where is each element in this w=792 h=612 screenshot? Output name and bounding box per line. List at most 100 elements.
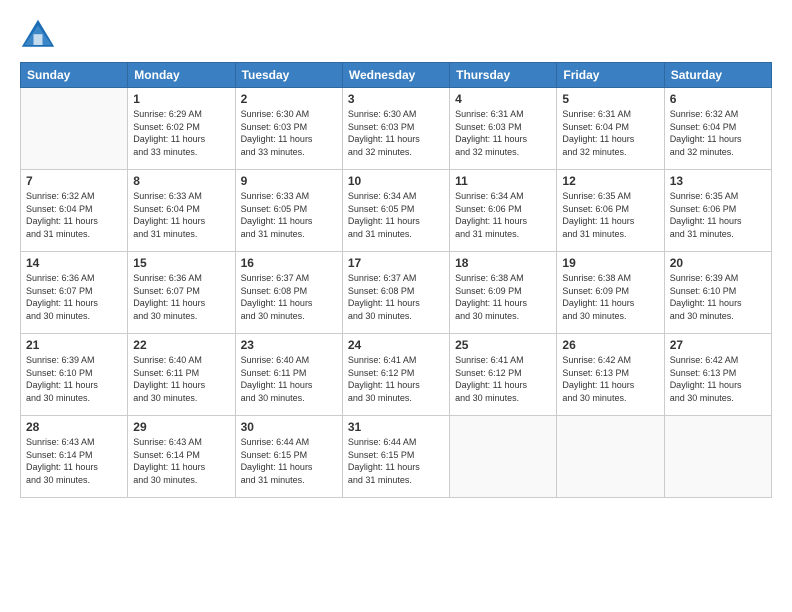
calendar-cell: 9 Sunrise: 6:33 AMSunset: 6:05 PMDaylight…	[235, 170, 342, 252]
day-number: 8	[133, 174, 229, 188]
weekday-header: Monday	[128, 63, 235, 88]
calendar-cell	[557, 416, 664, 498]
day-info: Sunrise: 6:41 AMSunset: 6:12 PMDaylight:…	[455, 354, 551, 404]
day-info: Sunrise: 6:44 AMSunset: 6:15 PMDaylight:…	[348, 436, 444, 486]
day-number: 23	[241, 338, 337, 352]
calendar-cell	[664, 416, 771, 498]
day-info: Sunrise: 6:36 AMSunset: 6:07 PMDaylight:…	[133, 272, 229, 322]
calendar-cell: 5 Sunrise: 6:31 AMSunset: 6:04 PMDaylight…	[557, 88, 664, 170]
day-number: 18	[455, 256, 551, 270]
day-info: Sunrise: 6:35 AMSunset: 6:06 PMDaylight:…	[670, 190, 766, 240]
calendar-body: 1Sunrise: 6:29 AMSunset: 6:02 PMDaylight…	[21, 88, 772, 498]
calendar-cell: 18Sunrise: 6:38 AMSunset: 6:09 PMDayligh…	[450, 252, 557, 334]
calendar-cell: 22 Sunrise: 6:40 AMSunset: 6:11 PMDayligh…	[128, 334, 235, 416]
day-number: 21	[26, 338, 122, 352]
day-info: Sunrise: 6:30 AMSunset: 6:03 PMDaylight:…	[241, 108, 337, 158]
calendar-cell: 11 Sunrise: 6:34 AMSunset: 6:06 PMDayligh…	[450, 170, 557, 252]
weekday-header: Friday	[557, 63, 664, 88]
day-number: 20	[670, 256, 766, 270]
day-number: 6	[670, 92, 766, 106]
calendar-week-row: 21 Sunrise: 6:39 AMSunset: 6:10 PMDayligh…	[21, 334, 772, 416]
day-number: 4	[455, 92, 551, 106]
day-info: Sunrise: 6:38 AMSunset: 6:09 PMDaylight:…	[562, 272, 658, 322]
day-number: 2	[241, 92, 337, 106]
calendar-cell: 8 Sunrise: 6:33 AMSunset: 6:04 PMDaylight…	[128, 170, 235, 252]
day-info: Sunrise: 6:35 AMSunset: 6:06 PMDaylight:…	[562, 190, 658, 240]
day-number: 11	[455, 174, 551, 188]
calendar-cell: 15 Sunrise: 6:36 AMSunset: 6:07 PMDayligh…	[128, 252, 235, 334]
day-info: Sunrise: 6:30 AMSunset: 6:03 PMDaylight:…	[348, 108, 444, 158]
calendar-cell: 14 Sunrise: 6:36 AMSunset: 6:07 PMDayligh…	[21, 252, 128, 334]
calendar-cell: 29 Sunrise: 6:43 AMSunset: 6:14 PMDayligh…	[128, 416, 235, 498]
day-info: Sunrise: 6:31 AMSunset: 6:04 PMDaylight:…	[562, 108, 658, 158]
day-number: 31	[348, 420, 444, 434]
weekday-row: SundayMondayTuesdayWednesdayThursdayFrid…	[21, 63, 772, 88]
weekday-header: Thursday	[450, 63, 557, 88]
day-number: 1	[133, 92, 229, 106]
day-info: Sunrise: 6:34 AMSunset: 6:06 PMDaylight:…	[455, 190, 551, 240]
day-number: 12	[562, 174, 658, 188]
calendar-cell: 21 Sunrise: 6:39 AMSunset: 6:10 PMDayligh…	[21, 334, 128, 416]
calendar-week-row: 1Sunrise: 6:29 AMSunset: 6:02 PMDaylight…	[21, 88, 772, 170]
calendar-cell: 31 Sunrise: 6:44 AMSunset: 6:15 PMDayligh…	[342, 416, 449, 498]
day-number: 16	[241, 256, 337, 270]
day-number: 13	[670, 174, 766, 188]
day-info: Sunrise: 6:43 AMSunset: 6:14 PMDaylight:…	[133, 436, 229, 486]
calendar-cell: 1Sunrise: 6:29 AMSunset: 6:02 PMDaylight…	[128, 88, 235, 170]
day-number: 29	[133, 420, 229, 434]
day-number: 17	[348, 256, 444, 270]
day-info: Sunrise: 6:44 AMSunset: 6:15 PMDaylight:…	[241, 436, 337, 486]
day-info: Sunrise: 6:39 AMSunset: 6:10 PMDaylight:…	[26, 354, 122, 404]
day-info: Sunrise: 6:37 AMSunset: 6:08 PMDaylight:…	[241, 272, 337, 322]
day-info: Sunrise: 6:43 AMSunset: 6:14 PMDaylight:…	[26, 436, 122, 486]
day-number: 9	[241, 174, 337, 188]
weekday-header: Wednesday	[342, 63, 449, 88]
day-info: Sunrise: 6:41 AMSunset: 6:12 PMDaylight:…	[348, 354, 444, 404]
day-info: Sunrise: 6:31 AMSunset: 6:03 PMDaylight:…	[455, 108, 551, 158]
day-info: Sunrise: 6:36 AMSunset: 6:07 PMDaylight:…	[26, 272, 122, 322]
day-info: Sunrise: 6:34 AMSunset: 6:05 PMDaylight:…	[348, 190, 444, 240]
calendar-cell: 20Sunrise: 6:39 AMSunset: 6:10 PMDayligh…	[664, 252, 771, 334]
calendar-cell: 24 Sunrise: 6:41 AMSunset: 6:12 PMDayligh…	[342, 334, 449, 416]
page: SundayMondayTuesdayWednesdayThursdayFrid…	[0, 0, 792, 612]
logo	[20, 18, 60, 54]
day-info: Sunrise: 6:32 AMSunset: 6:04 PMDaylight:…	[26, 190, 122, 240]
calendar-cell: 6 Sunrise: 6:32 AMSunset: 6:04 PMDaylight…	[664, 88, 771, 170]
day-number: 5	[562, 92, 658, 106]
calendar-cell: 19 Sunrise: 6:38 AMSunset: 6:09 PMDayligh…	[557, 252, 664, 334]
day-info: Sunrise: 6:32 AMSunset: 6:04 PMDaylight:…	[670, 108, 766, 158]
calendar-cell: 27Sunrise: 6:42 AMSunset: 6:13 PMDayligh…	[664, 334, 771, 416]
calendar-cell: 16 Sunrise: 6:37 AMSunset: 6:08 PMDayligh…	[235, 252, 342, 334]
calendar-cell: 7Sunrise: 6:32 AMSunset: 6:04 PMDaylight…	[21, 170, 128, 252]
calendar-cell: 26Sunrise: 6:42 AMSunset: 6:13 PMDayligh…	[557, 334, 664, 416]
calendar-cell	[21, 88, 128, 170]
day-number: 15	[133, 256, 229, 270]
header	[20, 18, 772, 54]
day-number: 10	[348, 174, 444, 188]
day-info: Sunrise: 6:40 AMSunset: 6:11 PMDaylight:…	[133, 354, 229, 404]
calendar-week-row: 14 Sunrise: 6:36 AMSunset: 6:07 PMDayligh…	[21, 252, 772, 334]
day-info: Sunrise: 6:42 AMSunset: 6:13 PMDaylight:…	[670, 354, 766, 404]
day-number: 22	[133, 338, 229, 352]
calendar-cell: 10 Sunrise: 6:34 AMSunset: 6:05 PMDayligh…	[342, 170, 449, 252]
calendar-cell: 12 Sunrise: 6:35 AMSunset: 6:06 PMDayligh…	[557, 170, 664, 252]
calendar-cell: 28Sunrise: 6:43 AMSunset: 6:14 PMDayligh…	[21, 416, 128, 498]
day-info: Sunrise: 6:37 AMSunset: 6:08 PMDaylight:…	[348, 272, 444, 322]
day-info: Sunrise: 6:33 AMSunset: 6:05 PMDaylight:…	[241, 190, 337, 240]
day-info: Sunrise: 6:33 AMSunset: 6:04 PMDaylight:…	[133, 190, 229, 240]
calendar-week-row: 28Sunrise: 6:43 AMSunset: 6:14 PMDayligh…	[21, 416, 772, 498]
day-number: 14	[26, 256, 122, 270]
calendar-cell: 17 Sunrise: 6:37 AMSunset: 6:08 PMDayligh…	[342, 252, 449, 334]
calendar-cell	[450, 416, 557, 498]
calendar-cell: 13 Sunrise: 6:35 AMSunset: 6:06 PMDayligh…	[664, 170, 771, 252]
calendar-cell: 4 Sunrise: 6:31 AMSunset: 6:03 PMDaylight…	[450, 88, 557, 170]
day-number: 24	[348, 338, 444, 352]
calendar-cell: 2 Sunrise: 6:30 AMSunset: 6:03 PMDaylight…	[235, 88, 342, 170]
calendar-cell: 25Sunrise: 6:41 AMSunset: 6:12 PMDayligh…	[450, 334, 557, 416]
day-info: Sunrise: 6:40 AMSunset: 6:11 PMDaylight:…	[241, 354, 337, 404]
calendar-table: SundayMondayTuesdayWednesdayThursdayFrid…	[20, 62, 772, 498]
day-number: 3	[348, 92, 444, 106]
calendar-cell: 30Sunrise: 6:44 AMSunset: 6:15 PMDayligh…	[235, 416, 342, 498]
day-number: 19	[562, 256, 658, 270]
weekday-header: Saturday	[664, 63, 771, 88]
